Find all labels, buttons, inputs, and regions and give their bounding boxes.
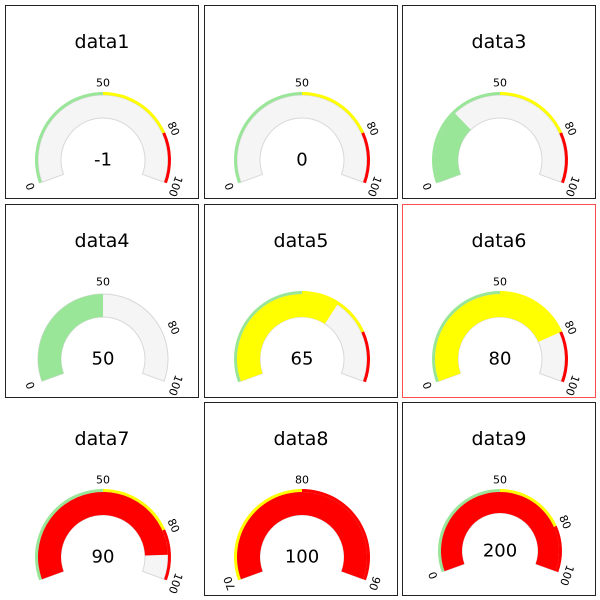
gauge-panel: data5 65 bbox=[204, 204, 398, 398]
gauge-panel: data6 0 50 80 100 80 bbox=[402, 204, 596, 398]
gauge-tick-label: 80 bbox=[556, 513, 574, 531]
gauge-tick-label: 100 bbox=[166, 373, 185, 397]
gauge-tick-label: 0 bbox=[426, 570, 441, 581]
gauge-value-label: -1 bbox=[94, 150, 112, 171]
gauge-tick-label: 50 bbox=[493, 474, 507, 487]
gauge-panel: data4 0 50 80 100 50 bbox=[5, 204, 199, 398]
gauge-value-label: 80 bbox=[489, 349, 512, 370]
gauge-tick-label: 0 bbox=[420, 380, 435, 391]
gauge-tick-label: 70 bbox=[221, 575, 238, 593]
gauge-tick-label: 50 bbox=[493, 276, 507, 289]
gauge-panel: data3 0 50 80 100 bbox=[402, 5, 596, 199]
gauge-tick-label: 50 bbox=[96, 474, 110, 487]
gauge-chart: 05080100 bbox=[420, 77, 582, 199]
gauge-value-label: 50 bbox=[92, 349, 115, 370]
gauge-tick-label: 80 bbox=[562, 319, 580, 337]
gauge-chart: 05080100-1 bbox=[23, 77, 185, 199]
gauge-chart: 508010090 bbox=[35, 474, 185, 595]
gauge-chart: 05080100200 bbox=[426, 474, 576, 588]
gauge-value-label: 65 bbox=[291, 349, 314, 370]
gauge-tick-label: 0 bbox=[222, 181, 237, 192]
gauge-value-arc bbox=[237, 294, 338, 382]
gauge-value-label: 0 bbox=[296, 150, 307, 171]
gauge-tick-label: 0 bbox=[23, 181, 38, 192]
gauge-chart: 050801000 bbox=[222, 77, 384, 199]
gauge-panel: data7 50 80 100 90 bbox=[5, 402, 199, 596]
gauge-tick-label: 80 bbox=[165, 120, 183, 138]
gauge-tick-label: 80 bbox=[295, 474, 309, 487]
gauge-chart: 65 bbox=[234, 291, 370, 383]
gauge-chart: 70 80 90 100 bbox=[221, 474, 383, 593]
gauge-panel: data1 0 50 80 100 -1 bbox=[5, 5, 199, 199]
gauge-panel: data9 0 50 80 100 200 bbox=[402, 402, 596, 596]
gauge-panel: 0 50 80 100 0 bbox=[204, 5, 398, 199]
gauge-tick-label: 0 bbox=[420, 181, 435, 192]
gauge-tick-label: 80 bbox=[165, 319, 183, 337]
gauge-chart: 0 50 80 100 50 bbox=[23, 276, 185, 398]
gauge-value-label: 200 bbox=[483, 541, 517, 562]
gauge-tick-label: 80 bbox=[165, 517, 183, 535]
gauge-panel: data8 70 80 90 100 bbox=[204, 402, 398, 596]
gauge-tick-label: 0 bbox=[23, 380, 38, 391]
gauge-tick-label: 50 bbox=[96, 276, 110, 289]
gauge-tick-label: 90 bbox=[366, 575, 383, 593]
gauge-tick-label: 50 bbox=[295, 77, 309, 90]
gauge-tick-label: 80 bbox=[364, 120, 382, 138]
gauge-value-label: 100 bbox=[285, 547, 319, 568]
gauge-tick-label: 50 bbox=[493, 77, 507, 90]
gauge-tick-label: 80 bbox=[562, 120, 580, 138]
gauge-chart: 0508010080 bbox=[420, 276, 582, 398]
gauge-tick-label: 50 bbox=[96, 77, 110, 90]
gauge-value-label: 90 bbox=[92, 547, 115, 568]
